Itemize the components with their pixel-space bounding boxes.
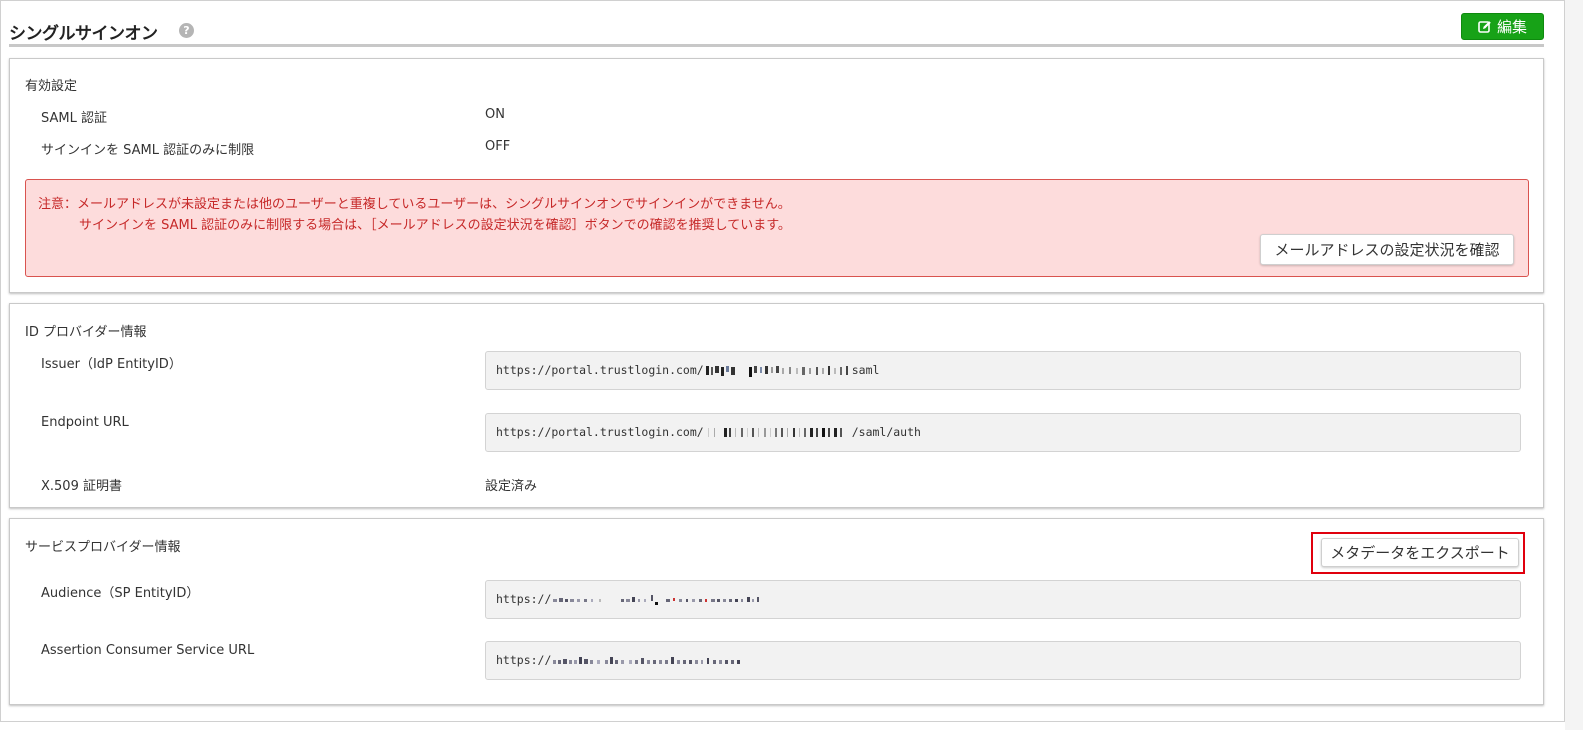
page-header: シングルサインオン ? (9, 15, 1544, 44)
title-divider (9, 44, 1544, 47)
redacted-text (707, 427, 842, 437)
acs-label: Assertion Consumer Service URL (41, 643, 255, 658)
idp-panel: ID プロバイダー情報 Issuer（IdP EntityID） https:/… (9, 303, 1544, 508)
redacted-text (553, 594, 760, 605)
redacted-text (705, 365, 848, 377)
issuer-label: Issuer（IdP EntityID） (41, 357, 182, 372)
audience-label: Audience（SP EntityID） (41, 586, 200, 601)
endpoint-label: Endpoint URL (41, 415, 129, 430)
sp-panel: サービスプロバイダー情報 メタデータをエクスポート Audience（SP En… (9, 518, 1544, 705)
acs-field[interactable]: https:// (485, 641, 1521, 680)
saml-auth-label: SAML 認証 (41, 111, 107, 126)
saml-auth-value: ON (485, 107, 505, 122)
cert-value: 設定済み (485, 479, 538, 494)
edit-icon (1478, 20, 1491, 33)
cert-label: X.509 証明書 (41, 479, 122, 494)
help-icon[interactable]: ? (179, 23, 194, 38)
export-metadata-button[interactable]: メタデータをエクスポート (1321, 538, 1519, 567)
edit-button[interactable]: 編集 (1461, 13, 1544, 40)
edit-button-label: 編集 (1496, 18, 1527, 36)
main-frame: シングルサインオン ? 編集 有効設定 SAML 認証 ON サインインを SA… (0, 0, 1565, 722)
endpoint-url-prefix: https://portal.trustlogin.com/ (496, 425, 704, 439)
audience-url-prefix: https:// (496, 592, 552, 606)
issuer-url-prefix: https://portal.trustlogin.com/ (496, 363, 704, 377)
audience-field[interactable]: https:// (485, 580, 1521, 619)
activation-panel: 有効設定 SAML 認証 ON サインインを SAML 認証のみに制限 OFF … (9, 58, 1544, 293)
saml-only-value: OFF (485, 139, 511, 154)
warning-alert: 注意：メールアドレスが未設定または他のユーザーと重複しているユーザーは、シングル… (25, 179, 1529, 277)
page-scrollbar[interactable] (1565, 0, 1583, 730)
activation-section-title: 有効設定 (25, 79, 78, 94)
endpoint-url-suffix: /saml/auth (851, 425, 921, 439)
idp-section-title: ID プロバイダー情報 (25, 325, 147, 340)
page-title: シングルサインオン (9, 24, 158, 44)
alert-text-line2: サインインを SAML 認証のみに制限する場合は、［メールアドレスの設定状況を確… (79, 218, 791, 233)
redacted-text (553, 656, 741, 664)
acs-url-prefix: https:// (496, 653, 552, 667)
sp-section-title: サービスプロバイダー情報 (25, 540, 181, 555)
check-email-status-button[interactable]: メールアドレスの設定状況を確認 (1260, 234, 1514, 265)
issuer-url-suffix: saml (851, 363, 880, 377)
saml-only-label: サインインを SAML 認証のみに制限 (41, 143, 255, 158)
issuer-field[interactable]: https://portal.trustlogin.com/ saml (485, 351, 1521, 390)
alert-text-line1: 注意：メールアドレスが未設定または他のユーザーと重複しているユーザーは、シングル… (38, 197, 791, 212)
endpoint-field[interactable]: https://portal.trustlogin.com/ /saml/aut… (485, 413, 1521, 452)
